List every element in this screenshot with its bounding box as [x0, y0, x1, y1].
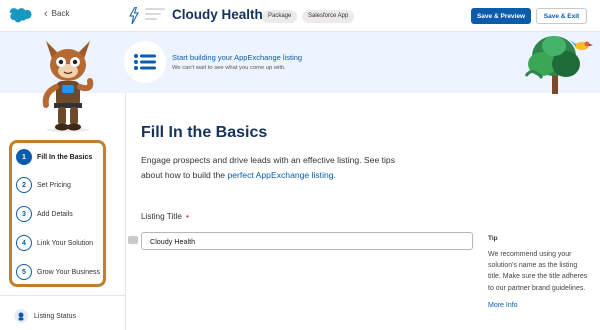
tree-illustration [524, 36, 593, 94]
app-header: ‹ Back Cloudy Health Package Salesforce … [0, 0, 600, 32]
save-preview-button[interactable]: Save & Preview [471, 8, 531, 24]
tip-heading: Tip [488, 235, 498, 242]
step-number: 5 [16, 264, 32, 280]
step-label: Fill In the Basics [37, 153, 93, 161]
astro-mascot-illustration [42, 41, 94, 132]
step-grow-your-business[interactable]: 5 Grow Your Business [16, 263, 100, 281]
chevron-left-icon: ‹ [44, 7, 48, 20]
astro-status-icon [14, 309, 28, 323]
intro-end: . [333, 170, 336, 180]
progress-steps: 1 Fill In the Basics 2 Set Pricing 3 Add… [9, 140, 106, 287]
step-label: Add Details [37, 210, 73, 218]
intro-text: Engage prospects and drive leads with an… [141, 153, 401, 183]
list-icon [134, 54, 156, 70]
lightning-bolt-icon [129, 7, 139, 24]
salesforce-app-badge: Salesforce App [302, 10, 355, 23]
step-set-pricing[interactable]: 2 Set Pricing [16, 176, 71, 194]
step-fill-in-basics[interactable]: 1 Fill In the Basics [16, 148, 92, 166]
step-number: 3 [16, 206, 32, 222]
step-number: 4 [16, 235, 32, 251]
step-label: Link Your Solution [37, 239, 94, 247]
save-exit-button[interactable]: Save & Exit [536, 8, 587, 24]
step-label: Grow Your Business [37, 268, 101, 276]
listing-title-label-text: Listing Title [141, 212, 182, 221]
app-title: Cloudy Health [172, 7, 263, 22]
field-gutter-tag [128, 236, 138, 244]
tip-body: We recommend using your solution's name … [488, 251, 588, 292]
sidebar-divider [0, 295, 126, 296]
banner-title: Start building your AppExchange listing [172, 53, 303, 62]
back-button[interactable]: ‹ Back [44, 7, 70, 20]
step-link-your-solution[interactable]: 4 Link Your Solution [16, 234, 93, 252]
step-number: 1 [16, 149, 32, 165]
more-info-link[interactable]: More Info [488, 302, 518, 309]
required-mark: • [185, 212, 189, 221]
listing-status-link[interactable]: Listing Status [14, 309, 76, 323]
back-label: Back [51, 9, 70, 18]
step-add-details[interactable]: 3 Add Details [16, 205, 73, 223]
listing-title-input[interactable] [141, 232, 473, 250]
listing-title-label: Listing Title • [141, 212, 189, 221]
banner-icon-circle [124, 41, 166, 83]
perfect-listing-link[interactable]: perfect AppExchange listing [227, 170, 333, 180]
listing-lines-icon [145, 8, 165, 24]
step-number: 2 [16, 177, 32, 193]
salesforce-logo-icon[interactable] [8, 7, 32, 23]
listing-status-label: Listing Status [34, 312, 77, 320]
package-badge: Package [262, 10, 298, 23]
page-title: Fill In the Basics [141, 124, 268, 141]
step-label: Set Pricing [37, 181, 71, 189]
banner-subtitle: We can't wait to see what you come up wi… [172, 65, 286, 71]
